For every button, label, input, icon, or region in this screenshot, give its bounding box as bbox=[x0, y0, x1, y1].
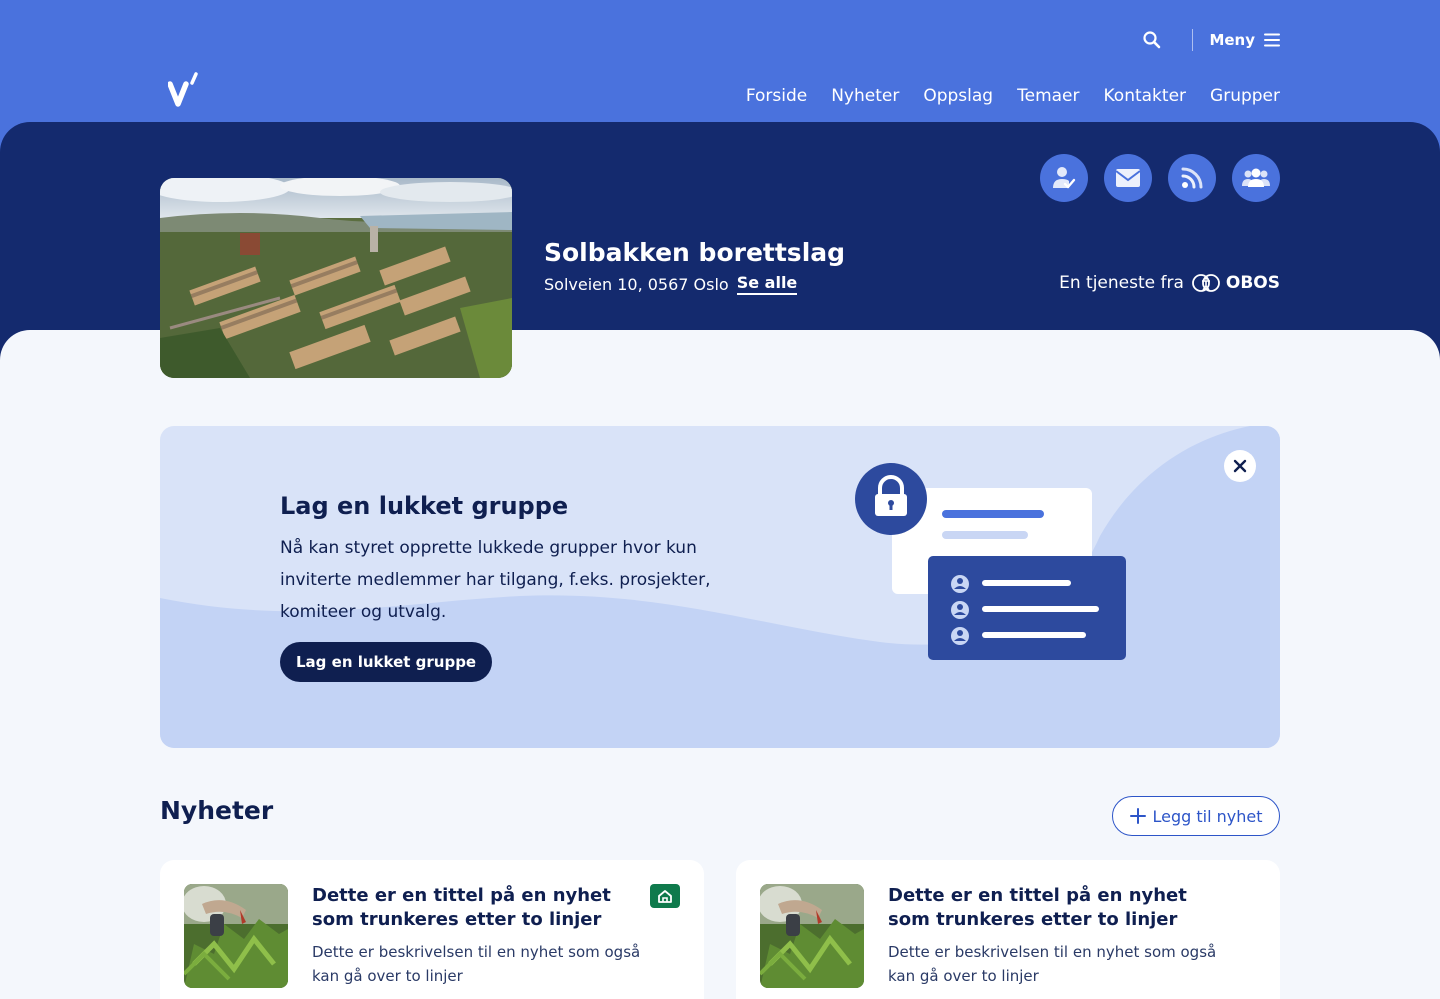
close-icon bbox=[1233, 459, 1247, 473]
organization-name: Solbakken borettslag bbox=[544, 238, 846, 267]
organization-address-row: Solveien 10, 0567 Oslo Se alle bbox=[544, 273, 798, 295]
search-icon bbox=[1143, 31, 1161, 49]
main-nav: Forside Nyheter Oppslag Temaer Kontakter… bbox=[722, 86, 1280, 106]
promo-title: Lag en lukket gruppe bbox=[280, 492, 569, 520]
housing-badge bbox=[650, 884, 680, 908]
plus-icon bbox=[1129, 808, 1146, 824]
envelope-icon bbox=[1115, 169, 1141, 187]
closed-group-illustration bbox=[855, 463, 1126, 660]
utility-divider bbox=[1192, 29, 1194, 51]
service-prefix: En tjeneste fra bbox=[1059, 273, 1184, 293]
hamburger-icon bbox=[1264, 33, 1280, 47]
nav-oppslag[interactable]: Oppslag bbox=[923, 86, 993, 106]
profile-button[interactable] bbox=[1040, 154, 1088, 202]
messages-button[interactable] bbox=[1104, 154, 1152, 202]
vibbo-logo[interactable] bbox=[168, 72, 208, 112]
menu-label: Meny bbox=[1209, 31, 1255, 49]
housing-photo bbox=[160, 178, 512, 378]
create-closed-group-button[interactable]: Lag en lukket gruppe bbox=[280, 642, 493, 682]
group-icon bbox=[1242, 168, 1270, 187]
promo-text: Nå kan styret opprette lukkede grupper h… bbox=[280, 538, 711, 622]
close-promo-button[interactable] bbox=[1224, 450, 1256, 482]
news-description: Dette er beskrivelsen til en nyhet som o… bbox=[888, 943, 1217, 985]
service-provider: En tjeneste fra OBOS bbox=[1059, 272, 1280, 294]
utility-bar: Meny bbox=[1138, 26, 1280, 54]
news-description: Dette er beskrivelsen til en nyhet som o… bbox=[312, 943, 641, 985]
nav-temaer[interactable]: Temaer bbox=[1017, 86, 1079, 106]
quick-actions bbox=[1024, 154, 1280, 202]
news-card[interactable]: Dette er en tittel på en nyhet som trunk… bbox=[736, 860, 1280, 999]
obos-wordmark: OBOS bbox=[1225, 273, 1280, 293]
see-all-link[interactable]: Se alle bbox=[736, 273, 798, 295]
news-thumbnail bbox=[760, 884, 864, 988]
groups-button[interactable] bbox=[1232, 154, 1280, 202]
news-thumbnail bbox=[184, 884, 288, 988]
obos-mark-icon bbox=[1191, 274, 1220, 292]
menu-button[interactable]: Meny bbox=[1209, 31, 1280, 49]
nav-nyheter[interactable]: Nyheter bbox=[831, 86, 899, 106]
nav-forside[interactable]: Forside bbox=[746, 86, 807, 106]
news-card[interactable]: Dette er en tittel på en nyhet som trunk… bbox=[160, 860, 704, 999]
search-button[interactable] bbox=[1138, 26, 1166, 54]
news-title: Dette er en tittel på en nyhet som trunk… bbox=[888, 885, 1187, 930]
nav-kontakter[interactable]: Kontakter bbox=[1104, 86, 1187, 106]
obos-logo: OBOS bbox=[1191, 272, 1280, 294]
house-icon bbox=[658, 890, 672, 903]
nav-grupper[interactable]: Grupper bbox=[1210, 86, 1280, 106]
organization-address: Solveien 10, 0567 Oslo bbox=[544, 274, 729, 294]
rss-icon bbox=[1181, 167, 1203, 189]
user-check-icon bbox=[1053, 167, 1076, 189]
add-news-button[interactable]: Legg til nyhet bbox=[1112, 796, 1280, 836]
add-news-label: Legg til nyhet bbox=[1152, 806, 1263, 826]
news-heading: Nyheter bbox=[160, 796, 274, 825]
news-title: Dette er en tittel på en nyhet som trunk… bbox=[312, 885, 611, 930]
feed-button[interactable] bbox=[1168, 154, 1216, 202]
